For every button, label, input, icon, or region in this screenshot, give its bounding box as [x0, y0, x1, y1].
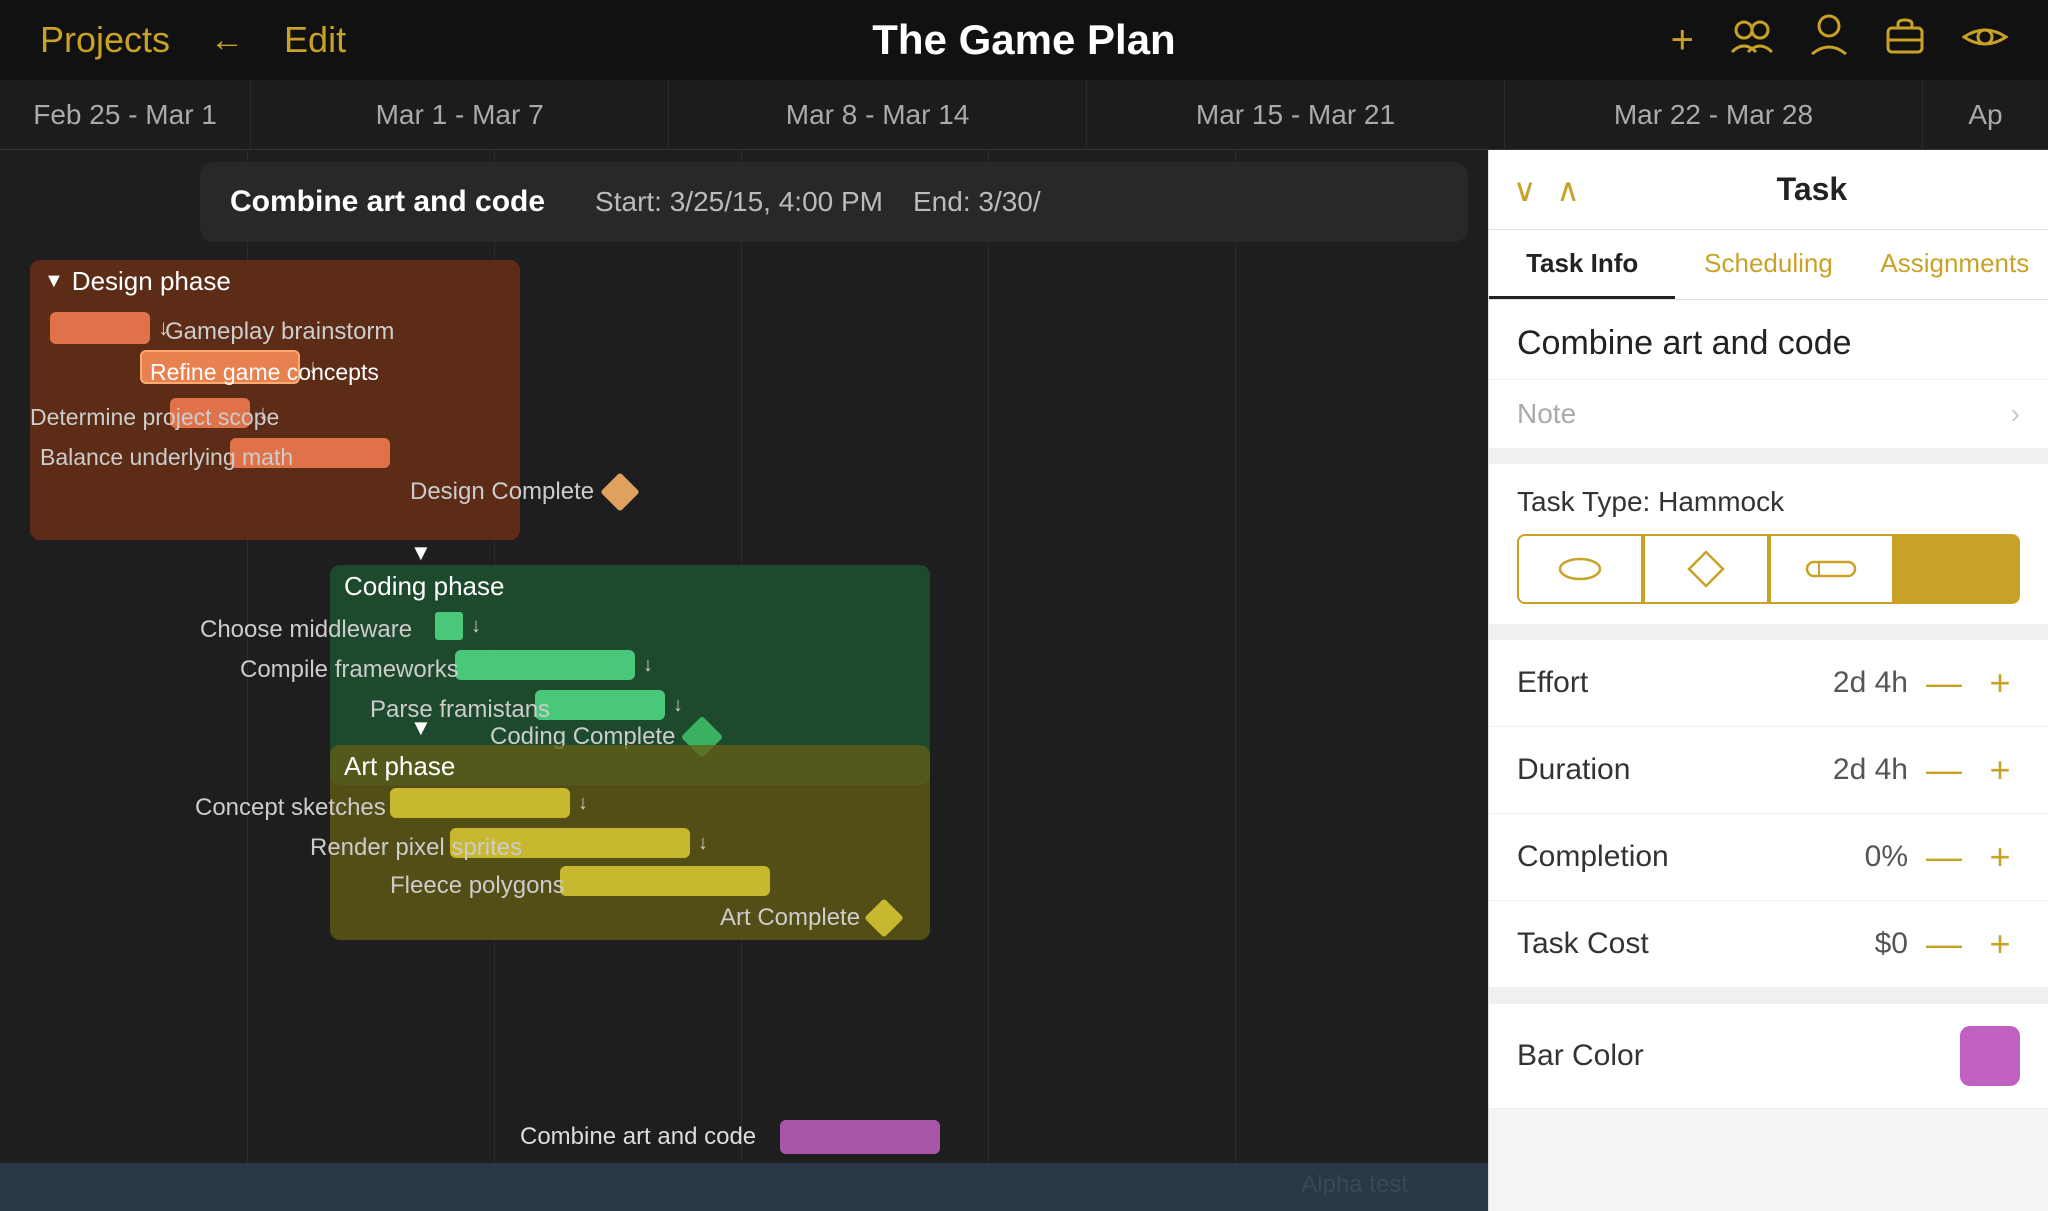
edit-label[interactable]: Edit: [284, 19, 346, 61]
panel-next-button[interactable]: ∧: [1556, 171, 1579, 209]
task-middleware-label: Choose middleware: [200, 616, 412, 644]
duration-value: 2d 4h: [1833, 753, 1908, 787]
tl-col-1: Mar 1 - Mar 7: [376, 99, 544, 131]
task-parse-framistans[interactable]: ↓: [535, 690, 683, 720]
bar-color-swatch[interactable]: [1960, 1026, 2020, 1086]
panel-note-row[interactable]: Note ›: [1489, 379, 2048, 448]
design-phase-label: Design phase: [72, 266, 231, 297]
task-type-section: Task Type: Hammock: [1489, 464, 2048, 624]
art-complete-milestone: Art Complete: [720, 904, 898, 932]
task-refine-concepts[interactable]: ↓: [140, 350, 318, 384]
briefcase-icon[interactable]: [1884, 16, 1926, 64]
tab-assignments[interactable]: Assignments: [1862, 230, 2048, 299]
bottom-bar: [0, 1163, 1488, 1211]
task-compile-label: Compile frameworks: [240, 656, 459, 684]
task-concept-label: Concept sketches: [195, 794, 386, 822]
duration-label: Duration: [1517, 753, 1630, 787]
task-gameplay-brainstorm[interactable]: ↓: [50, 312, 169, 344]
tooltip-start: Start: 3/25/15, 4:00 PM: [595, 186, 883, 218]
group-icon[interactable]: [1730, 16, 1774, 64]
completion-plus-button[interactable]: +: [1980, 836, 2020, 878]
task-fleece-label: Fleece polygons: [390, 872, 565, 900]
tab-scheduling[interactable]: Scheduling: [1675, 230, 1861, 299]
combine-row[interactable]: Combine art and code: [0, 1118, 1488, 1156]
tl-col-5: Ap: [1968, 99, 2002, 131]
design-complete-label: Design Complete: [410, 478, 594, 506]
task-cost-plus-button[interactable]: +: [1980, 923, 2020, 965]
completion-row: Completion 0% — +: [1489, 814, 2048, 901]
tab-task-info[interactable]: Task Info: [1489, 230, 1675, 299]
bar-color-label: Bar Color: [1517, 1039, 1644, 1073]
effort-row: Effort 2d 4h — +: [1489, 640, 2048, 727]
effort-value: 2d 4h: [1833, 666, 1908, 700]
task-math-label: Balance underlying math: [40, 444, 293, 471]
coding-phase-label: Coding phase: [344, 571, 504, 602]
projects-label[interactable]: Projects: [40, 19, 170, 61]
completion-label: Completion: [1517, 840, 1669, 874]
note-chevron: ›: [2011, 398, 2020, 430]
design-phase-triangle: ▼: [44, 270, 64, 293]
add-button[interactable]: +: [1671, 18, 1694, 63]
duration-plus-button[interactable]: +: [1980, 749, 2020, 791]
panel-prev-button[interactable]: ∨: [1513, 171, 1536, 209]
task-cost-row: Task Cost $0 — +: [1489, 901, 2048, 988]
completion-value: 0%: [1865, 840, 1908, 874]
design-complete-milestone: Design Complete: [410, 478, 634, 506]
effort-label: Effort: [1517, 666, 1588, 700]
art-phase-arrow: ▼: [410, 715, 432, 741]
task-gameplay-label: Gameplay brainstorm: [165, 318, 394, 346]
tl-col-4: Mar 22 - Mar 28: [1614, 99, 1813, 131]
combine-task-label: Combine art and code: [520, 1123, 756, 1151]
bar-color-row[interactable]: Bar Color: [1489, 1004, 2048, 1109]
panel-task-name: Combine art and code: [1489, 300, 2048, 379]
type-milestone-button[interactable]: [1643, 534, 1769, 604]
task-scope-label: Determine project scope: [30, 404, 279, 431]
task-parse-label: Parse framistans: [370, 696, 550, 724]
task-compile-frameworks[interactable]: ↓: [455, 650, 653, 680]
art-complete-label: Art Complete: [720, 904, 860, 932]
tl-col-2: Mar 8 - Mar 14: [786, 99, 970, 131]
duration-row: Duration 2d 4h — +: [1489, 727, 2048, 814]
right-panel: ∨ ∧ Task Task Info Scheduling Assignment…: [1488, 150, 2048, 1211]
tooltip-bar: Combine art and code Start: 3/25/15, 4:0…: [200, 162, 1468, 242]
type-hammock-button[interactable]: [1894, 534, 2020, 604]
completion-minus-button[interactable]: —: [1924, 836, 1964, 878]
task-concept-sketches[interactable]: ↓: [390, 788, 588, 818]
type-hammered-button[interactable]: [1769, 534, 1895, 604]
eye-icon[interactable]: [1962, 18, 2008, 63]
tl-col-3: Mar 15 - Mar 21: [1196, 99, 1395, 131]
task-render-label: Render pixel sprites: [310, 834, 522, 862]
task-cost-value: $0: [1875, 927, 1908, 961]
task-cost-minus-button[interactable]: —: [1924, 923, 1964, 965]
task-fleece-polygons[interactable]: [560, 866, 770, 896]
tooltip-end: End: 3/30/: [913, 186, 1041, 218]
type-normal-button[interactable]: [1517, 534, 1643, 604]
effort-minus-button[interactable]: —: [1924, 662, 1964, 704]
duration-minus-button[interactable]: —: [1924, 749, 1964, 791]
art-phase-label: Art phase: [344, 751, 455, 782]
task-type-label: Task Type: Hammock: [1517, 486, 2020, 518]
panel-title: Task: [1600, 171, 2024, 208]
back-button[interactable]: ←: [210, 21, 244, 60]
task-cost-label: Task Cost: [1517, 927, 1649, 961]
tooltip-task-name: Combine art and code: [230, 185, 545, 219]
tl-col-0: Feb 25 - Mar 1: [33, 99, 217, 131]
coding-phase-arrow: ▼: [410, 540, 432, 566]
effort-plus-button[interactable]: +: [1980, 662, 2020, 704]
note-label: Note: [1517, 398, 1576, 430]
task-choose-middleware[interactable]: ↓: [435, 612, 481, 640]
app-title: The Game Plan: [872, 16, 1175, 63]
person-icon[interactable]: [1810, 14, 1848, 66]
